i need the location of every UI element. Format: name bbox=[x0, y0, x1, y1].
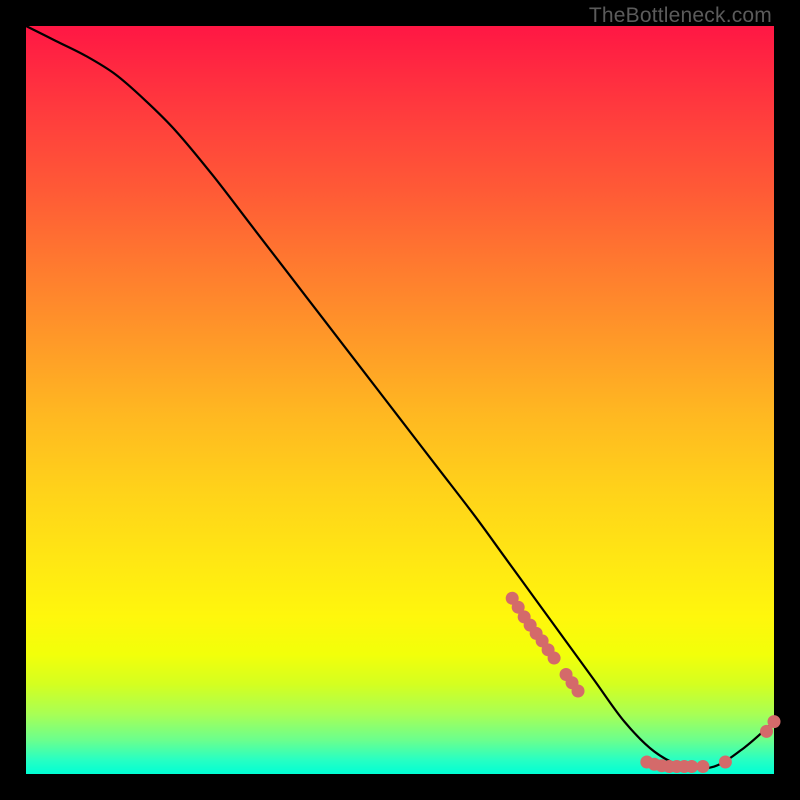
curve-marker bbox=[696, 760, 709, 773]
chart-canvas: TheBottleneck.com bbox=[0, 0, 800, 800]
curve-marker bbox=[719, 756, 732, 769]
bottleneck-curve bbox=[26, 26, 774, 769]
watermark-text: TheBottleneck.com bbox=[589, 4, 772, 28]
chart-overlay bbox=[26, 26, 774, 774]
curve-marker bbox=[572, 684, 585, 697]
curve-marker bbox=[768, 715, 781, 728]
curve-marker bbox=[685, 760, 698, 773]
curve-marker bbox=[548, 652, 561, 665]
curve-markers bbox=[506, 592, 781, 773]
